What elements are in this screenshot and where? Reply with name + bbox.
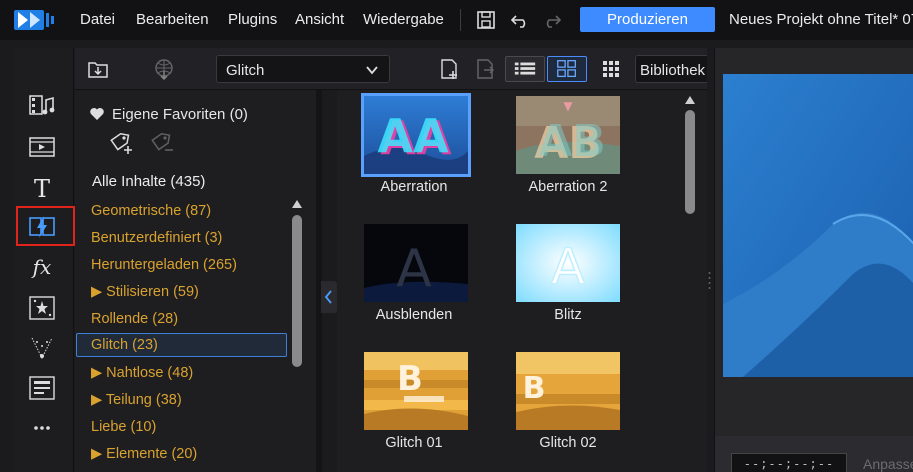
transition-label: Ausblenden <box>375 307 453 323</box>
svg-text:A: A <box>396 239 432 299</box>
svg-text:fx: fx <box>31 255 52 279</box>
undo-icon[interactable] <box>510 10 530 30</box>
add-tag-icon[interactable] <box>107 130 135 156</box>
svg-text:AB: AB <box>538 116 606 167</box>
transition-thumbnail[interactable]: B <box>516 352 620 430</box>
all-content-category[interactable]: Alle Inhalte (435) <box>92 173 205 190</box>
menu-divider <box>460 9 461 31</box>
import-media-icon[interactable] <box>86 57 110 81</box>
preview-controls: --;--;--;-- Anpassen <box>715 436 913 472</box>
transition-label: Glitch 01 <box>385 435 443 451</box>
list-view-icon <box>514 62 536 75</box>
menu-ansicht[interactable]: Ansicht <box>295 11 344 28</box>
library-toolbar: Glitch Bibliothek <box>75 48 707 90</box>
list-view-button[interactable] <box>505 56 545 82</box>
effect-room-icon[interactable]: fx <box>28 252 56 280</box>
aberration-2-preview: AB AB ▼ <box>516 96 620 174</box>
category-item[interactable]: ▶ Stilisieren (59) <box>91 284 199 300</box>
category-item-selected[interactable]: Glitch (23) <box>76 333 287 357</box>
transition-grid: AA AA Aberration AB AB ▼ Aberration 2 A … <box>337 90 707 472</box>
category-dropdown[interactable]: Glitch <box>216 55 390 83</box>
transition-thumbnail[interactable]: A <box>364 224 468 302</box>
category-item[interactable]: Benutzerdefiniert (3) <box>91 230 222 246</box>
remove-tag-icon[interactable] <box>148 130 176 156</box>
add-to-timeline-icon[interactable] <box>437 57 461 81</box>
category-item[interactable]: Heruntergeladen (265) <box>91 257 237 273</box>
category-dropdown-value: Glitch <box>226 62 265 79</box>
category-item[interactable]: Rollende (28) <box>91 311 178 327</box>
svg-text:▼: ▼ <box>563 99 573 113</box>
favorites-category[interactable]: Eigene Favoriten (0) <box>112 106 248 123</box>
category-panel: Eigene Favoriten (0) Alle Inhalte (435) … <box>75 90 316 472</box>
resize-grip-icon[interactable] <box>707 270 712 290</box>
glitch-02-preview: B <box>516 352 620 430</box>
glitch-01-preview: B <box>364 352 468 430</box>
transition-thumbnail[interactable]: AA AA <box>361 93 471 177</box>
fit-dropdown[interactable]: Anpassen <box>863 456 913 472</box>
menu-plugins[interactable]: Plugins <box>228 11 277 28</box>
pip-room-icon[interactable] <box>28 334 56 362</box>
particle-room-icon[interactable] <box>28 294 56 322</box>
title-room-icon[interactable]: T <box>28 174 56 202</box>
project-title: Neues Projekt ohne Titel* 07 <box>729 11 913 28</box>
category-item[interactable]: ▶ Elemente (20) <box>91 446 197 462</box>
transition-thumbnail[interactable]: A <box>516 224 620 302</box>
grid-view-button[interactable] <box>547 56 587 82</box>
blitz-preview: A <box>516 224 620 302</box>
save-icon[interactable] <box>476 10 496 30</box>
media-room-icon[interactable] <box>28 92 56 120</box>
share-content-icon[interactable] <box>473 57 497 81</box>
category-item[interactable]: Geometrische (87) <box>91 203 211 219</box>
transition-thumbnail[interactable]: B <box>364 352 468 430</box>
menu-datei[interactable]: Datei <box>80 11 115 28</box>
preview-video[interactable] <box>723 74 913 377</box>
library-menu-button[interactable]: Bibliothek <box>635 55 707 83</box>
app-logo-icon[interactable] <box>14 8 58 32</box>
more-icon[interactable] <box>28 414 56 442</box>
ausblenden-preview: A <box>364 224 468 302</box>
produce-button[interactable]: Produzieren <box>580 7 715 32</box>
svg-text:A: A <box>551 238 585 296</box>
svg-text:T: T <box>34 175 50 202</box>
menu-bar: Datei Bearbeiten Plugins Ansicht Wiederg… <box>0 0 913 40</box>
thumbnail-size-icon[interactable] <box>599 57 623 81</box>
collapse-panel-button[interactable] <box>321 281 337 313</box>
transition-label: Aberration <box>380 179 448 195</box>
timecode-display[interactable]: --;--;--;-- <box>731 453 847 472</box>
transition-label: Aberration 2 <box>528 179 608 195</box>
download-content-icon[interactable] <box>152 57 176 81</box>
redo-icon[interactable] <box>542 10 562 30</box>
transition-thumbnail[interactable]: AB AB ▼ <box>516 96 620 174</box>
menu-wiedergabe[interactable]: Wiedergabe <box>363 11 444 28</box>
category-item[interactable]: ▶ Nahtlose (48) <box>91 365 193 381</box>
chevron-down-icon <box>366 66 378 75</box>
transition-label: Blitz <box>554 307 582 323</box>
chevron-left-icon <box>324 290 332 304</box>
svg-text:B: B <box>523 371 546 406</box>
transition-grid-scrollbar[interactable] <box>685 110 695 214</box>
preview-panel: --;--;--;-- Anpassen <box>714 48 913 472</box>
svg-text:B: B <box>397 359 423 399</box>
svg-text:AA: AA <box>377 109 449 163</box>
video-room-icon[interactable] <box>28 133 56 161</box>
scroll-up-arrow-icon[interactable] <box>292 200 302 208</box>
active-room-highlight <box>16 206 75 246</box>
menu-bearbeiten[interactable]: Bearbeiten <box>136 11 209 28</box>
room-toolbar: T fx <box>14 48 87 472</box>
library-menu-label: Bibliothek <box>640 62 706 79</box>
category-scrollbar[interactable] <box>292 215 302 367</box>
category-item[interactable]: ▶ Teilung (38) <box>91 392 182 408</box>
subtitle-room-icon[interactable] <box>28 374 56 402</box>
scroll-up-arrow-icon[interactable] <box>685 96 695 104</box>
grid-view-icon <box>557 60 576 78</box>
category-item[interactable]: Liebe (10) <box>91 419 156 435</box>
aberration-preview: AA AA <box>364 96 468 174</box>
transition-label: Glitch 02 <box>539 435 597 451</box>
heart-icon <box>90 108 104 120</box>
